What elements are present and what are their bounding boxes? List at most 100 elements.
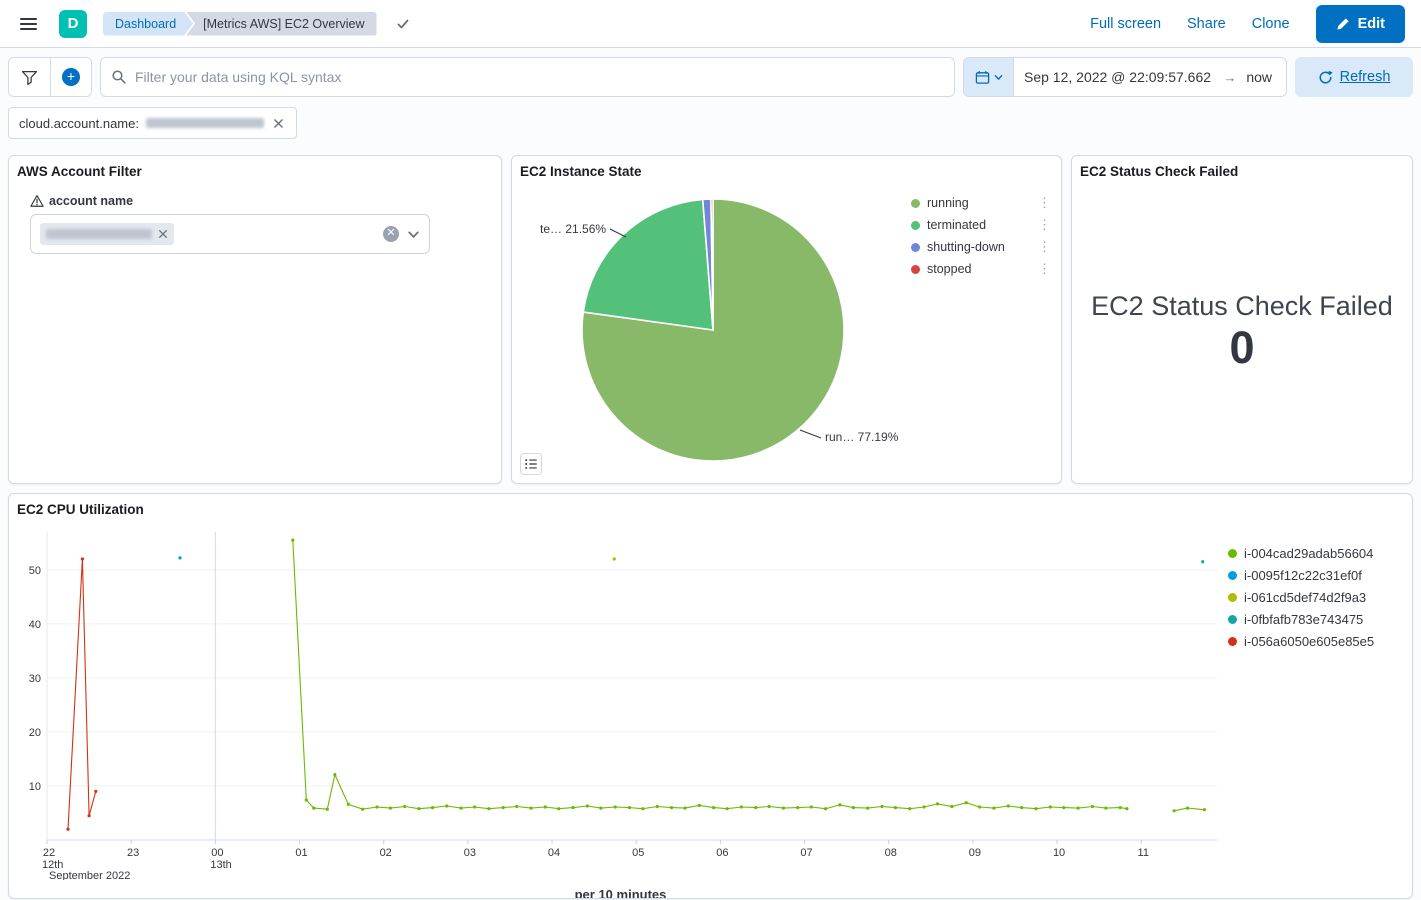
svg-text:23: 23 <box>127 847 139 859</box>
series-point <box>1007 804 1010 807</box>
date-range-arrow: → <box>1221 70 1238 85</box>
panel-aws-account-filter: AWS Account Filter account name ✕ <box>8 155 502 484</box>
series-point <box>852 806 855 809</box>
date-range-end[interactable]: now <box>1238 69 1286 85</box>
date-range-start[interactable]: Sep 12, 2022 @ 22:09:57.662 <box>1014 69 1221 85</box>
series-point <box>1119 806 1122 809</box>
series-point <box>628 806 631 809</box>
series-point <box>66 828 69 831</box>
chevron-down-icon <box>994 73 1003 82</box>
edit-button[interactable]: Edit <box>1316 5 1405 43</box>
cpu-legend: i-004cad29adab56604 i-0095f12c22c31ef0f i-… <box>1224 520 1396 899</box>
panel-ec2-instance-state: EC2 Instance State te… 21.56%run… 77.19%… <box>511 155 1062 484</box>
legend-item-i-004cad29adab56604[interactable]: i-004cad29adab56604 <box>1228 542 1396 564</box>
legend-color-dot <box>1228 571 1237 580</box>
legend-color-dot <box>911 221 920 230</box>
filter-pill-cloud-account-name[interactable]: cloud.account.name: <box>8 107 297 139</box>
svg-text:10: 10 <box>29 781 41 793</box>
svg-text:01: 01 <box>295 847 307 859</box>
deployment-logo[interactable]: D <box>59 10 87 38</box>
kql-search-input[interactable] <box>135 69 944 85</box>
filter-menu-group: + <box>8 57 92 97</box>
pie-slice-terminated[interactable] <box>583 199 713 330</box>
series-point <box>1125 807 1128 810</box>
series-point <box>305 798 308 801</box>
refresh-button-label: Refresh <box>1340 69 1391 85</box>
filter-pill-field: cloud.account.name: <box>19 116 139 131</box>
panel-title: AWS Account Filter <box>17 164 493 180</box>
legend-label: i-061cd5def74d2f9a3 <box>1244 590 1396 605</box>
legend-item-actions-icon[interactable]: ⋮ <box>1036 195 1053 211</box>
panel-title: EC2 CPU Utilization <box>17 502 1404 518</box>
legend-item-i-0095f12c22c31ef0f[interactable]: i-0095f12c22c31ef0f <box>1228 564 1396 586</box>
series-point <box>1077 807 1080 810</box>
series-point <box>326 808 329 811</box>
breadcrumb-current[interactable]: [Metrics AWS] EC2 Overview <box>186 12 376 36</box>
plus-circle-icon: + <box>62 68 80 86</box>
series-point <box>1091 805 1094 808</box>
legend-color-dot <box>1228 549 1237 558</box>
legend-label: stopped <box>927 262 1029 276</box>
breadcrumb-dashboard[interactable]: Dashboard <box>103 12 193 36</box>
pie-callout-label: run… 77.19% <box>825 430 899 444</box>
svg-text:09: 09 <box>969 847 981 859</box>
legend-label: shutting-down <box>927 240 1029 254</box>
legend-item-terminated[interactable]: terminated⋮ <box>911 214 1053 236</box>
series-point <box>291 539 294 542</box>
svg-text:08: 08 <box>885 847 897 859</box>
svg-text:03: 03 <box>464 847 476 859</box>
series-point <box>81 557 84 560</box>
legend-item-stopped[interactable]: stopped ⋮ <box>911 258 1053 280</box>
full-screen-button[interactable]: Full screen <box>1090 16 1161 32</box>
legend-label: i-004cad29adab56604 <box>1244 546 1396 561</box>
legend-item-i-056a6050e605e85e5[interactable]: i-056a6050e605e85e5 <box>1228 630 1396 652</box>
series-point <box>431 806 434 809</box>
legend-color-dot <box>911 265 920 274</box>
series-point <box>670 806 673 809</box>
series-point <box>94 790 97 793</box>
series-point <box>1201 560 1204 563</box>
series-point <box>740 805 743 808</box>
share-button[interactable]: Share <box>1187 16 1226 32</box>
legend-item-i-061cd5def74d2f9a3[interactable]: i-061cd5def74d2f9a3 <box>1228 586 1396 608</box>
warning-icon <box>30 194 44 208</box>
legend-item-running[interactable]: running ⋮ <box>911 192 1053 214</box>
legend-item-actions-icon[interactable]: ⋮ <box>1036 217 1053 233</box>
combobox-clear-icon[interactable]: ✕ <box>383 226 399 242</box>
combobox-chevron-down-icon[interactable] <box>407 228 420 241</box>
legend-item-actions-icon[interactable]: ⋮ <box>1036 239 1053 255</box>
series-point <box>178 556 181 559</box>
legend-item-i-0fbfafb783e743475[interactable]: i-0fbfafb783e743475 <box>1228 608 1396 630</box>
selected-account-badge <box>40 223 174 245</box>
query-bar: + Sep 12, 2022 @ 22:09:57.662 → now Refr… <box>0 48 1421 105</box>
account-name-combobox[interactable]: ✕ <box>30 214 430 254</box>
legend-label: running <box>927 196 1029 210</box>
legend-item-actions-icon[interactable]: ⋮ <box>1036 261 1053 277</box>
series-point <box>1020 806 1023 809</box>
series-point <box>529 807 532 810</box>
svg-text:22: 22 <box>43 847 55 859</box>
add-filter-button[interactable]: + <box>50 58 91 96</box>
panel-title: EC2 Status Check Failed <box>1080 164 1404 180</box>
series-point <box>599 807 602 810</box>
clone-button[interactable]: Clone <box>1252 16 1290 32</box>
series-point <box>445 804 448 807</box>
filter-pill-remove-button[interactable] <box>271 116 286 131</box>
date-quick-select-button[interactable] <box>964 58 1014 96</box>
saved-check-icon <box>395 16 411 32</box>
series-point <box>614 805 617 808</box>
legend-toggle-button[interactable] <box>520 453 542 475</box>
badge-remove-icon[interactable] <box>158 229 168 239</box>
series-point <box>698 804 701 807</box>
panel-ec2-status-check-failed: EC2 Status Check Failed EC2 Status Check… <box>1071 155 1413 484</box>
series-point <box>1203 808 1206 811</box>
series-point <box>782 807 785 810</box>
menu-button[interactable] <box>16 11 41 37</box>
refresh-button[interactable]: Refresh <box>1295 57 1413 97</box>
legend-item-shutting-down[interactable]: shutting-down ⋮ <box>911 236 1053 258</box>
list-icon <box>524 457 538 471</box>
saved-queries-button[interactable] <box>9 58 50 96</box>
edit-button-label: Edit <box>1358 16 1385 32</box>
svg-text:11: 11 <box>1138 847 1149 859</box>
series-point <box>1186 807 1189 810</box>
